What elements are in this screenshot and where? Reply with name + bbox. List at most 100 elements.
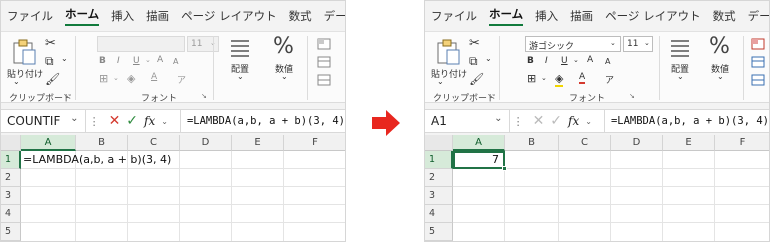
col-header-f[interactable]: F (715, 135, 769, 151)
phonetic-icon[interactable]: ア (177, 73, 186, 86)
fill-handle[interactable] (502, 166, 507, 171)
fill-color-icon[interactable]: ◈ (555, 72, 564, 87)
font-launcher-icon[interactable]: ↘ (201, 92, 207, 100)
table-format-icon[interactable] (751, 56, 765, 68)
paste-dropdown-icon[interactable]: ⌄ (437, 77, 444, 86)
menu-page-layout[interactable]: ページ レイアウト (181, 8, 276, 24)
row-header-2[interactable]: 2 (1, 169, 21, 187)
font-name-box[interactable] (97, 36, 185, 52)
align-icon[interactable] (669, 38, 691, 58)
border-dropdown-icon[interactable]: ⌄ (541, 74, 547, 82)
insert-function-icon[interactable]: fx (568, 114, 579, 128)
formula-input[interactable]: =LAMBDA(a,b, a + b)(3, 4) (181, 115, 345, 127)
cell-styles-icon[interactable] (751, 74, 765, 86)
format-painter-icon[interactable]: 🖌 (469, 72, 484, 86)
align-icon[interactable] (229, 38, 251, 58)
cell-styles-icon[interactable] (317, 74, 331, 86)
font-color-icon[interactable]: A (579, 72, 586, 84)
underline-dropdown-icon[interactable]: ⌄ (573, 56, 579, 64)
col-header-e[interactable]: E (232, 135, 284, 151)
paste-icon[interactable] (435, 38, 461, 66)
copy-dropdown-icon[interactable]: ⌄ (485, 54, 492, 63)
menu-formulas[interactable]: 数式 (289, 8, 312, 24)
col-header-d[interactable]: D (180, 135, 232, 151)
bold-button[interactable]: B (99, 56, 106, 66)
col-header-c[interactable]: C (559, 135, 611, 151)
menu-page-layout[interactable]: ページ レイアウト (605, 8, 700, 24)
font-color-icon[interactable]: A (151, 72, 157, 82)
name-box-dropdown-icon[interactable]: ⌄ (494, 113, 502, 124)
cancel-icon[interactable]: ✕ (533, 113, 545, 129)
select-all-corner[interactable] (425, 135, 453, 151)
col-header-d[interactable]: D (611, 135, 663, 151)
fx-dropdown-icon[interactable]: ⌄ (585, 117, 592, 126)
decrease-font-button[interactable]: A (605, 57, 610, 66)
clipboard-launcher-icon[interactable]: ↘ (487, 92, 493, 100)
border-dropdown-icon[interactable]: ⌄ (113, 74, 119, 82)
border-icon[interactable]: ⊞ (527, 72, 536, 85)
percent-icon[interactable]: % (273, 34, 294, 59)
col-header-c[interactable]: C (128, 135, 180, 151)
menu-home[interactable]: ホーム (65, 6, 100, 26)
row-header-4[interactable]: 4 (425, 205, 453, 223)
underline-button[interactable]: U (133, 56, 140, 66)
select-all-corner[interactable] (1, 135, 21, 151)
cell-a1-selected[interactable]: 7 (453, 151, 505, 169)
cut-icon[interactable]: ✂ (45, 36, 56, 51)
menu-draw[interactable]: 描画 (570, 8, 593, 24)
menu-file[interactable]: ファイル (7, 8, 53, 24)
menu-formulas[interactable]: 数式 (713, 8, 736, 24)
copy-dropdown-icon[interactable]: ⌄ (61, 54, 68, 63)
enter-icon[interactable]: ✓ (550, 113, 562, 129)
font-size-dropdown-icon[interactable]: ⌄ (644, 39, 650, 47)
col-header-a[interactable]: A (453, 135, 505, 151)
formula-input[interactable]: =LAMBDA(a,b, a + b)(3, 4) (605, 115, 769, 127)
menu-draw[interactable]: 描画 (146, 8, 169, 24)
cell-a1-editing[interactable]: =LAMBDA(a,b, a + b)(3, 4) (23, 153, 171, 166)
bold-button[interactable]: B (527, 56, 534, 66)
fx-dropdown-icon[interactable]: ⌄ (161, 117, 168, 126)
row-header-3[interactable]: 3 (425, 187, 453, 205)
conditional-format-icon[interactable] (317, 38, 331, 50)
col-header-e[interactable]: E (663, 135, 715, 151)
align-dropdown-icon[interactable]: ⌄ (237, 72, 244, 81)
font-name-dropdown-icon[interactable]: ⌄ (610, 39, 616, 47)
border-icon[interactable]: ⊞ (99, 72, 108, 85)
font-launcher-icon[interactable]: ↘ (629, 92, 635, 100)
table-format-icon[interactable] (317, 56, 331, 68)
conditional-format-icon[interactable] (751, 38, 765, 50)
increase-font-button[interactable]: A (157, 55, 163, 65)
percent-icon[interactable]: % (709, 34, 730, 59)
decrease-font-button[interactable]: A (173, 57, 178, 66)
col-header-f[interactable]: F (284, 135, 345, 151)
menu-data[interactable]: データ (324, 8, 345, 24)
enter-icon[interactable]: ✓ (126, 113, 138, 129)
paste-dropdown-icon[interactable]: ⌄ (13, 77, 20, 86)
row-header-4[interactable]: 4 (1, 205, 21, 223)
format-painter-icon[interactable]: 🖌 (45, 72, 60, 86)
insert-function-icon[interactable]: fx (144, 114, 155, 128)
menu-insert[interactable]: 挿入 (111, 8, 134, 24)
row-header-5[interactable]: 5 (1, 223, 21, 241)
copy-icon[interactable]: ⧉ (45, 54, 54, 69)
menu-file[interactable]: ファイル (431, 8, 477, 24)
more-options-icon[interactable]: ⋮ (510, 115, 527, 128)
phonetic-icon[interactable]: ア (605, 73, 614, 86)
font-size-box[interactable]: 11 ⌄ (623, 36, 653, 52)
clipboard-launcher-icon[interactable]: ↘ (63, 92, 69, 100)
row-header-3[interactable]: 3 (1, 187, 21, 205)
number-dropdown-icon[interactable]: ⌄ (717, 72, 724, 81)
name-box[interactable]: COUNTIF ⌄ (1, 110, 86, 132)
col-header-b[interactable]: B (76, 135, 128, 151)
font-name-box[interactable]: 游ゴシック ⌄ (525, 36, 621, 52)
cancel-icon[interactable]: ✕ (109, 113, 121, 129)
copy-icon[interactable]: ⧉ (469, 54, 478, 69)
menu-home[interactable]: ホーム (489, 6, 524, 26)
fill-color-icon[interactable]: ◈ (127, 72, 135, 85)
menu-data[interactable]: データ (748, 8, 769, 24)
name-box[interactable]: A1 ⌄ (425, 110, 510, 132)
number-dropdown-icon[interactable]: ⌄ (281, 72, 288, 81)
col-header-b[interactable]: B (505, 135, 559, 151)
name-box-dropdown-icon[interactable]: ⌄ (70, 113, 78, 124)
col-header-a[interactable]: A (21, 135, 76, 151)
